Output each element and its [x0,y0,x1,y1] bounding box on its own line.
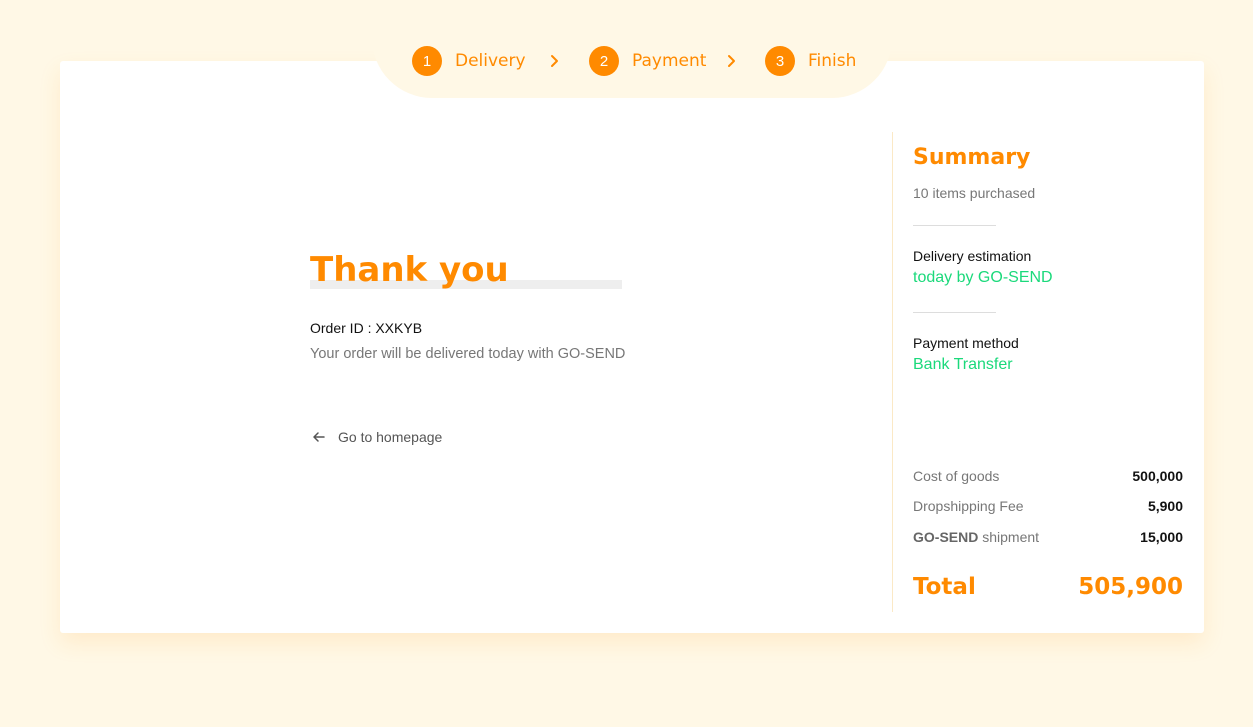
order-message: Your order will be delivered today with … [310,346,626,362]
delivery-estimation-label: Delivery estimation [913,248,1032,264]
cost-value: 5,900 [1147,498,1183,514]
step-number: 3 [765,46,795,76]
step-payment[interactable]: 2 Payment [589,46,706,76]
payment-method-value: Bank Transfer [913,356,1013,373]
delivery-estimation-value: today by GO-SEND [913,269,1053,286]
summary-divider [892,132,893,612]
cost-label: GO-SEND shipment [913,529,1039,545]
arrow-left-icon [313,432,325,442]
shipment-label-rest: shipment [978,529,1040,545]
items-purchased: 10 items purchased [913,185,1036,201]
shipment-provider: GO-SEND [913,529,979,545]
checkout-card [60,61,1204,633]
order-id: Order ID : XXKYB [310,320,423,336]
chevron-right-icon [728,55,735,67]
thank-you-heading: Thank you [310,248,640,298]
cost-value: 15,000 [1140,529,1183,545]
cost-value: 500,000 [1132,468,1183,484]
home-link-label: Go to homepage [338,429,443,445]
divider [913,312,996,313]
go-to-homepage-link[interactable]: Go to homepage [310,426,442,448]
chevron-right-icon [551,55,558,67]
step-finish[interactable]: 3 Finish [765,46,856,76]
cost-row-shipment: GO-SEND shipment 15,000 [913,527,1183,547]
step-number: 2 [589,46,619,76]
cost-row-dropshipping: Dropshipping Fee 5,900 [913,496,1183,516]
total-value: 505,900 [1078,574,1183,600]
step-label: Finish [808,51,857,71]
divider [913,225,996,226]
step-delivery[interactable]: 1 Delivery [412,46,526,76]
total-row: Total 505,900 [913,570,1183,604]
cost-label: Cost of goods [913,468,1000,484]
step-number: 1 [412,46,442,76]
step-label: Payment [632,51,707,71]
cost-row-goods: Cost of goods 500,000 [913,466,1183,486]
summary-title: Summary [913,145,1031,170]
page-title: Thank you [310,250,509,290]
total-label: Total [913,574,976,600]
cost-label: Dropshipping Fee [913,498,1024,514]
payment-method-label: Payment method [913,335,1019,351]
step-label: Delivery [455,51,526,71]
